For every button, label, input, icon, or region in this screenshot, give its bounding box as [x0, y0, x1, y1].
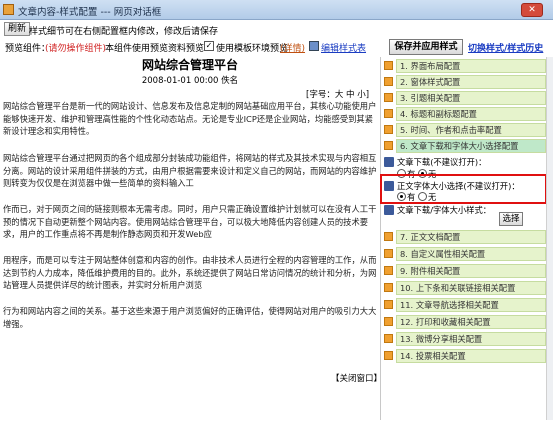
sidebar-item-label: 14. 投票相关配置 — [396, 349, 546, 363]
article-title: 网站综合管理平台 — [141, 58, 238, 72]
article-preview: 网站综合管理平台 2008-01-01 00:00 佚名 [字号：大 中 小] … — [3, 56, 377, 420]
section-icon — [384, 141, 393, 150]
config-sidebar: 1. 界面布局配置 2. 窗体样式配置 3. 引题相关配置 4. 标题和副标题配… — [380, 57, 546, 420]
sidebar-item-attachments[interactable]: 9. 附件相关配置 — [381, 264, 547, 278]
section-icon — [384, 317, 393, 326]
sidebar-item-label: 8. 自定义属性相关配置 — [396, 247, 546, 261]
sidebar-item-download-fontsize[interactable]: 6. 文章下载和字体大小选择配置 — [381, 139, 547, 153]
sidebar-item-label: 4. 标题和副标题配置 — [396, 107, 546, 121]
article-paragraph: 作而已，对于网页之间的链接则根本无需考虑。同时，用户只需正确设置维护计划就可以在… — [3, 204, 377, 239]
sidebar-item-layout[interactable]: 1. 界面布局配置 — [381, 59, 547, 73]
section-icon — [384, 232, 393, 241]
template-preview-label: 使用模板环境预览 — [216, 44, 289, 54]
sidebar-item-label: 6. 文章下载和字体大小选择配置 — [396, 139, 546, 153]
sidebar-item-time-author[interactable]: 5. 时间、作者和点击率配置 — [381, 123, 547, 137]
section-icon — [384, 61, 393, 70]
switch-style-history-link[interactable]: 切换样式/样式历史 — [468, 41, 543, 54]
sidebar-item-window-style[interactable]: 2. 窗体样式配置 — [381, 75, 547, 89]
section-icon — [384, 351, 393, 360]
window-icon — [3, 4, 14, 15]
sidebar-item-label: 2. 窗体样式配置 — [396, 75, 546, 89]
section-icon — [384, 125, 393, 134]
close-icon[interactable]: ✕ — [521, 3, 543, 17]
section-icon — [384, 283, 393, 292]
section-icon — [384, 266, 393, 275]
sidebar-item-label: 13. 微博分享相关配置 — [396, 332, 546, 346]
sidebar-scrollbar[interactable] — [546, 57, 553, 420]
sidebar-item-label: 10. 上下条和关联链接相关配置 — [396, 281, 546, 295]
sidebar-item-label: 3. 引题相关配置 — [396, 91, 546, 105]
sidebar-item-prev-next[interactable]: 10. 上下条和关联链接相关配置 — [381, 281, 547, 295]
article-paragraph: 行为和网站内容之间的关系。基于这些来源于用户浏览偏好的正确评估，使得网站对用户的… — [3, 306, 377, 329]
sidebar-item-vote[interactable]: 14. 投票相关配置 — [381, 349, 547, 363]
download-style-label: 文章下载/字体大小样式： — [397, 205, 492, 215]
article-paragraph: 网站综合管理平台是新一代的网站设计、信息发布及信息定制的网站基础应用平台，其核心… — [3, 101, 377, 136]
sidebar-item-label: 1. 界面布局配置 — [396, 59, 546, 73]
sidebar-item-label: 5. 时间、作者和点击率配置 — [396, 123, 546, 137]
sidebar-item-label: 7. 正文文档配置 — [396, 230, 546, 244]
section-icon — [384, 77, 393, 86]
title-bar: 文章内容-样式配置 --- 网页对话框 ✕ — [0, 0, 553, 20]
window-title: 文章内容-样式配置 --- 网页对话框 — [18, 7, 162, 18]
details-link[interactable]: (详情) — [280, 41, 305, 54]
sidebar-item-navigation[interactable]: 11. 文章导航选择相关配置 — [381, 298, 547, 312]
pencil-icon — [384, 157, 394, 167]
download-option-label: 文章下载(不建议打开)： — [397, 157, 487, 167]
section-icon — [384, 93, 393, 102]
hint-text: 样式细节可在右侧配置框内修改，修改后请保存 — [29, 27, 219, 37]
section-icon — [384, 249, 393, 258]
preview-label: 预览组件： — [5, 44, 51, 54]
choose-style-button[interactable]: 选择 — [499, 212, 523, 226]
preview-note: 本组件使用预览资料预览 — [105, 44, 205, 54]
preview-bar: 预览组件： (请勿操作组件) 本组件使用预览资料预览 ✓ 使用模板环境预览 (详… — [0, 39, 380, 55]
refresh-button[interactable]: 刷新 — [4, 22, 31, 36]
font-size-selector[interactable]: [字号：大 中 小] — [306, 88, 369, 100]
pencil-icon — [384, 205, 394, 215]
sidebar-item-label: 11. 文章导航选择相关配置 — [396, 298, 546, 312]
section-icon — [384, 109, 393, 118]
sidebar-item-label: 12. 打印和收藏相关配置 — [396, 315, 546, 329]
article-meta: 2008-01-01 00:00 佚名 — [141, 76, 239, 86]
article-paragraph: 网站综合管理平台通过把网页的各个组成部分封装成功能组件，将网站的样式及其技术实现… — [3, 153, 377, 188]
edit-stylesheet-icon — [309, 41, 319, 51]
preview-component-value: (请勿操作组件) — [45, 44, 107, 54]
save-apply-button[interactable]: 保存并应用样式 — [389, 39, 463, 55]
sidebar-item-label: 9. 附件相关配置 — [396, 264, 546, 278]
edit-stylesheet-link[interactable]: 编辑样式表 — [321, 41, 366, 54]
sidebar-item-lead[interactable]: 3. 引题相关配置 — [381, 91, 547, 105]
hint-bar: 刷新 样式细节可在右侧配置框内修改，修改后请保存 — [0, 21, 553, 38]
sidebar-item-print[interactable]: 12. 打印和收藏相关配置 — [381, 315, 547, 329]
sidebar-item-custom-attrs[interactable]: 8. 自定义属性相关配置 — [381, 247, 547, 261]
highlight-box — [380, 174, 547, 204]
sidebar-item-weibo[interactable]: 13. 微博分享相关配置 — [381, 332, 547, 346]
sidebar-item-title[interactable]: 4. 标题和副标题配置 — [381, 107, 547, 121]
sidebar-item-body[interactable]: 7. 正文文档配置 — [381, 230, 547, 244]
section-icon — [384, 300, 393, 309]
section-icon — [384, 334, 393, 343]
close-window-link[interactable]: 【关闭窗口】 — [331, 372, 377, 384]
template-preview-checkbox[interactable]: ✓ — [204, 41, 214, 51]
article-paragraph: 用程序，而是可以专注于网站整体创意和内容的创作。由非技术人员进行全程的内容管理的… — [3, 255, 377, 290]
